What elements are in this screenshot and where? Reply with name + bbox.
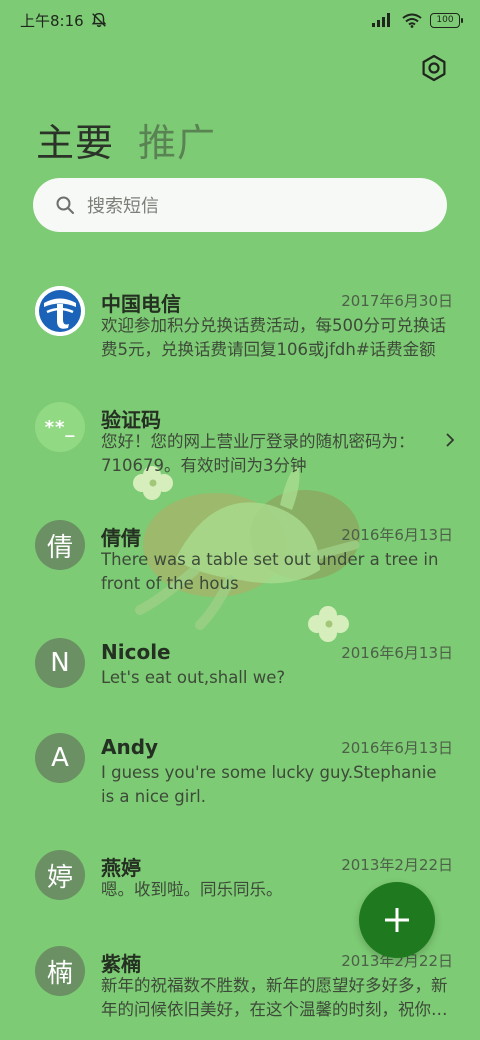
conversation-item[interactable]: A Andy 2016年6月13日 I guess you're some lu… (0, 733, 480, 833)
search-icon (56, 196, 74, 214)
contact-avatar: 楠 (35, 946, 85, 996)
contact-name: Andy (101, 735, 159, 759)
message-preview: 欢迎参加积分兑换话费活动，每500分可兑换话费5元，兑换话费请回复106或jfd… (101, 316, 446, 359)
contact-name: Nicole (101, 640, 171, 664)
message-preview: I guess you're some lucky guy.Stephanie … (101, 763, 437, 806)
contact-avatar: 倩 (35, 520, 85, 570)
verification-code-avatar: **_ (35, 402, 85, 452)
battery-indicator: 100 (430, 12, 463, 28)
signal-icon (372, 13, 390, 27)
contact-name: 倩倩 (101, 526, 141, 550)
settings-button[interactable] (418, 52, 450, 84)
message-date: 2016年6月13日 (341, 739, 453, 757)
battery-level: 100 (436, 15, 454, 25)
chevron-right-icon[interactable] (444, 432, 456, 448)
message-preview: Let's eat out,shall we? (101, 668, 286, 687)
status-time: 上午8:16 (20, 11, 84, 30)
category-tabs: 主要 推广 (36, 112, 216, 167)
search-placeholder: 搜索短信 (87, 196, 159, 217)
plus-icon (385, 908, 409, 932)
conversation-item[interactable]: N Nicole 2016年6月13日 Let's eat out,shall … (0, 638, 480, 738)
message-preview: 新年的祝福数不胜数，新年的愿望好多好多，新年的问候依旧美好，在这个温馨的时刻，祝… (101, 976, 448, 1019)
contact-avatar: 婷 (35, 850, 85, 900)
tab-promotions[interactable]: 推广 (138, 112, 216, 167)
mute-bell-icon (91, 12, 106, 28)
conversation-item[interactable]: **_ 验证码 您好！您的网上营业厅登录的随机密码为：710679。有效时间为3… (0, 402, 480, 502)
new-message-button[interactable] (359, 882, 435, 958)
settings-hexagon-icon (422, 54, 446, 82)
message-date: 2013年2月22日 (341, 856, 453, 874)
conversation-item[interactable]: 倩 倩倩 2016年6月13日 There was a table set ou… (0, 520, 480, 620)
contact-name: 中国电信 (101, 292, 181, 316)
message-date: 2016年6月13日 (341, 526, 453, 544)
status-bar: 上午8:16 100 (0, 0, 480, 40)
contact-name: 燕婷 (101, 856, 141, 880)
message-date: 2016年6月13日 (341, 644, 453, 662)
contact-name: 紫楠 (101, 952, 141, 976)
contact-avatar: N (35, 638, 85, 688)
conversation-item[interactable]: 中国电信 2017年6月30日 欢迎参加积分兑换话费活动，每500分可兑换话费5… (0, 286, 480, 386)
search-bar[interactable]: 搜索短信 (33, 178, 447, 232)
contact-name: 验证码 (101, 408, 161, 432)
china-telecom-avatar (35, 286, 85, 336)
tab-primary[interactable]: 主要 (36, 112, 114, 167)
message-date: 2017年6月30日 (341, 292, 453, 310)
wifi-icon (402, 13, 422, 28)
message-preview: 您好！您的网上营业厅登录的随机密码为：710679。有效时间为3分钟 (101, 432, 415, 475)
conversation-item[interactable]: 楠 紫楠 2013年2月22日 新年的祝福数不胜数，新年的愿望好多好多，新年的问… (0, 946, 480, 1040)
china-telecom-logo-icon (35, 286, 85, 336)
message-preview: There was a table set out under a tree i… (101, 550, 439, 593)
contact-avatar: A (35, 733, 85, 783)
